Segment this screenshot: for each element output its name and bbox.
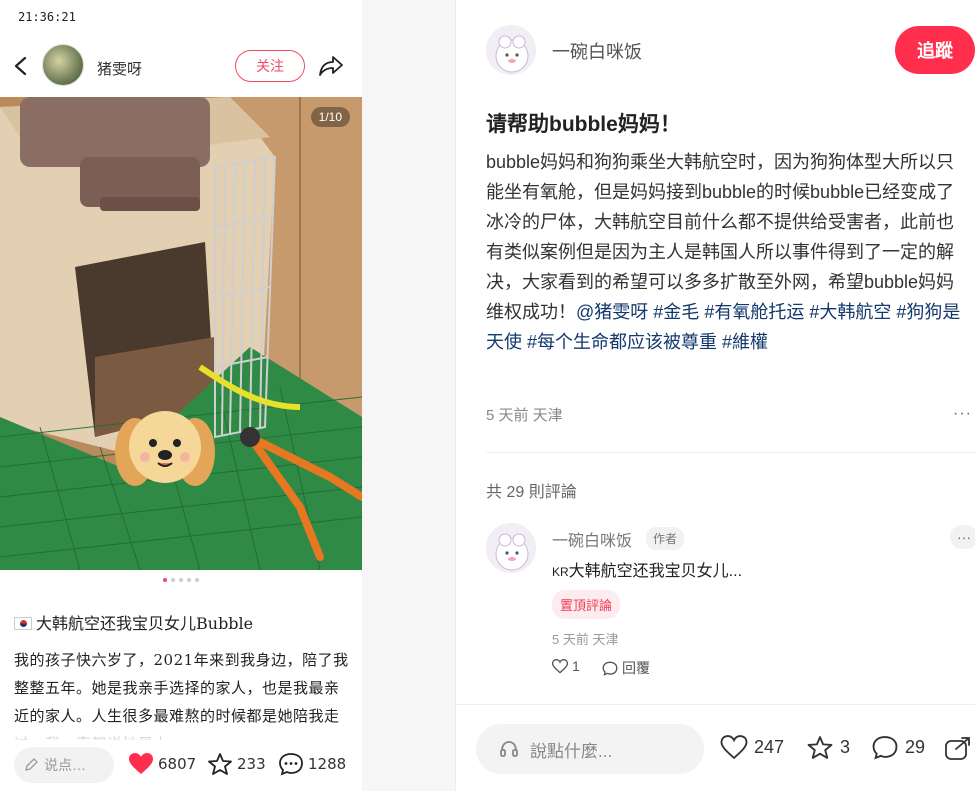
- post-more-button[interactable]: ···: [953, 405, 972, 423]
- detail-share-button[interactable]: [944, 735, 972, 761]
- detail-star-button[interactable]: 3: [806, 735, 850, 760]
- app-root: 21:36:21 猪雯呀 关注 1/10 大韩航空还我宝贝女儿Bubble 我的…: [0, 0, 975, 791]
- carousel-dot-active[interactable]: [163, 578, 167, 582]
- carousel-dot[interactable]: [179, 578, 183, 582]
- post-meta: 5 天前 天津: [486, 407, 563, 424]
- mention-tag[interactable]: @猪雯呀: [576, 302, 648, 322]
- author-badge: 作者: [646, 527, 685, 550]
- chat-bubble-icon: [872, 736, 898, 760]
- hashtag[interactable]: #每个生命都应该被尊重: [527, 332, 717, 352]
- share-icon[interactable]: [318, 54, 344, 78]
- comment-button[interactable]: 1288: [278, 752, 346, 776]
- comment-reply-button[interactable]: 回覆: [602, 658, 650, 678]
- post-body-text: bubble妈妈和狗狗乘坐大韩航空时，因为狗狗体型大所以只能坐有氧舱，但是妈妈接…: [486, 152, 955, 322]
- pencil-icon: [25, 758, 38, 771]
- comment-input-placeholder: 说点…: [44, 757, 86, 773]
- detail-author-avatar[interactable]: [486, 25, 536, 75]
- author-name[interactable]: 猪雯呀: [97, 58, 142, 79]
- follow-button[interactable]: 关注: [235, 50, 305, 82]
- detail-comment-button[interactable]: 29: [871, 735, 925, 760]
- star-icon: [807, 736, 833, 759]
- hashtag[interactable]: #有氧舱托运: [704, 302, 804, 322]
- chat-bubble-icon: [279, 753, 303, 776]
- comment-input[interactable]: 说点…: [14, 747, 114, 783]
- bottom-divider: [456, 704, 975, 705]
- comment-flag-prefix: KR: [552, 565, 569, 579]
- post-title: 请帮助bubble妈妈！: [486, 113, 681, 136]
- back-arrow-icon[interactable]: [12, 56, 30, 76]
- author-avatar[interactable]: [42, 44, 84, 86]
- heart-icon: [720, 735, 748, 760]
- detail-author-name[interactable]: 一碗白咪饭: [552, 38, 642, 64]
- carousel-dot[interactable]: [171, 578, 175, 582]
- reply-label: 回覆: [622, 660, 650, 676]
- star-button[interactable]: 233: [207, 752, 266, 776]
- star-icon: [208, 753, 232, 775]
- comment-text: KR大韩航空还我宝贝女儿...: [552, 557, 742, 581]
- share-icon: [945, 737, 970, 760]
- comment-meta: 5 天前 天津: [552, 632, 619, 647]
- heart-icon: [552, 658, 568, 674]
- reply-bubble-icon: [602, 661, 618, 676]
- comment-count-label: 共 29 則評論: [486, 484, 577, 501]
- detail-follow-button[interactable]: 追蹤: [895, 26, 975, 74]
- carousel-dot[interactable]: [195, 578, 199, 582]
- like-button[interactable]: 6807: [128, 752, 196, 776]
- like-count: 6807: [158, 755, 197, 773]
- comment-author-name[interactable]: 一碗白咪饭: [552, 527, 632, 551]
- bottom-fade: [0, 722, 362, 742]
- comment-like-count: 1: [572, 658, 580, 674]
- korea-flag-icon: [14, 617, 32, 630]
- post-body: bubble妈妈和狗狗乘坐大韩航空时，因为狗狗体型大所以只能坐有氧舱，但是妈妈接…: [486, 147, 971, 357]
- note-title: 大韩航空还我宝贝女儿Bubble: [14, 610, 253, 634]
- divider: [486, 452, 975, 453]
- comment-more-button[interactable]: ···: [950, 525, 975, 549]
- comment-like-button[interactable]: 1: [552, 658, 580, 674]
- note-title-text: 大韩航空还我宝贝女儿Bubble: [36, 614, 254, 633]
- heart-filled-icon: [129, 753, 153, 774]
- hashtag[interactable]: #維權: [722, 332, 768, 352]
- status-time: 21:36:21: [18, 10, 76, 24]
- detail-like-button[interactable]: 247: [720, 735, 784, 760]
- photo-counter: 1/10: [310, 107, 350, 127]
- headset-icon: [500, 741, 518, 757]
- detail-comment-count: 29: [905, 737, 926, 757]
- carousel-dot[interactable]: [187, 578, 191, 582]
- detail-star-count: 3: [840, 737, 851, 757]
- detail-comment-input[interactable]: 說點什麼...: [476, 724, 704, 774]
- detail-comment-placeholder: 說點什麼...: [530, 741, 613, 761]
- pinned-badge: 置頂評論: [552, 590, 621, 619]
- panel-gutter: [362, 0, 456, 791]
- carousel-dots: [0, 578, 362, 582]
- hashtag[interactable]: #金毛: [653, 302, 699, 322]
- comment-text-body: 大韩航空还我宝贝女儿...: [568, 563, 743, 580]
- post-photo[interactable]: 1/10: [0, 97, 362, 570]
- star-count: 233: [237, 755, 266, 773]
- comment-author-avatar[interactable]: [486, 523, 536, 573]
- detail-panel: 一碗白咪饭 追蹤 请帮助bubble妈妈！ bubble妈妈和狗狗乘坐大韩航空时…: [456, 0, 975, 791]
- hashtag[interactable]: #大韩航空: [809, 302, 891, 322]
- comment-count: 1288: [308, 755, 347, 773]
- phone-note-view: 21:36:21 猪雯呀 关注 1/10 大韩航空还我宝贝女儿Bubble 我的…: [0, 0, 362, 791]
- detail-like-count: 247: [754, 737, 785, 757]
